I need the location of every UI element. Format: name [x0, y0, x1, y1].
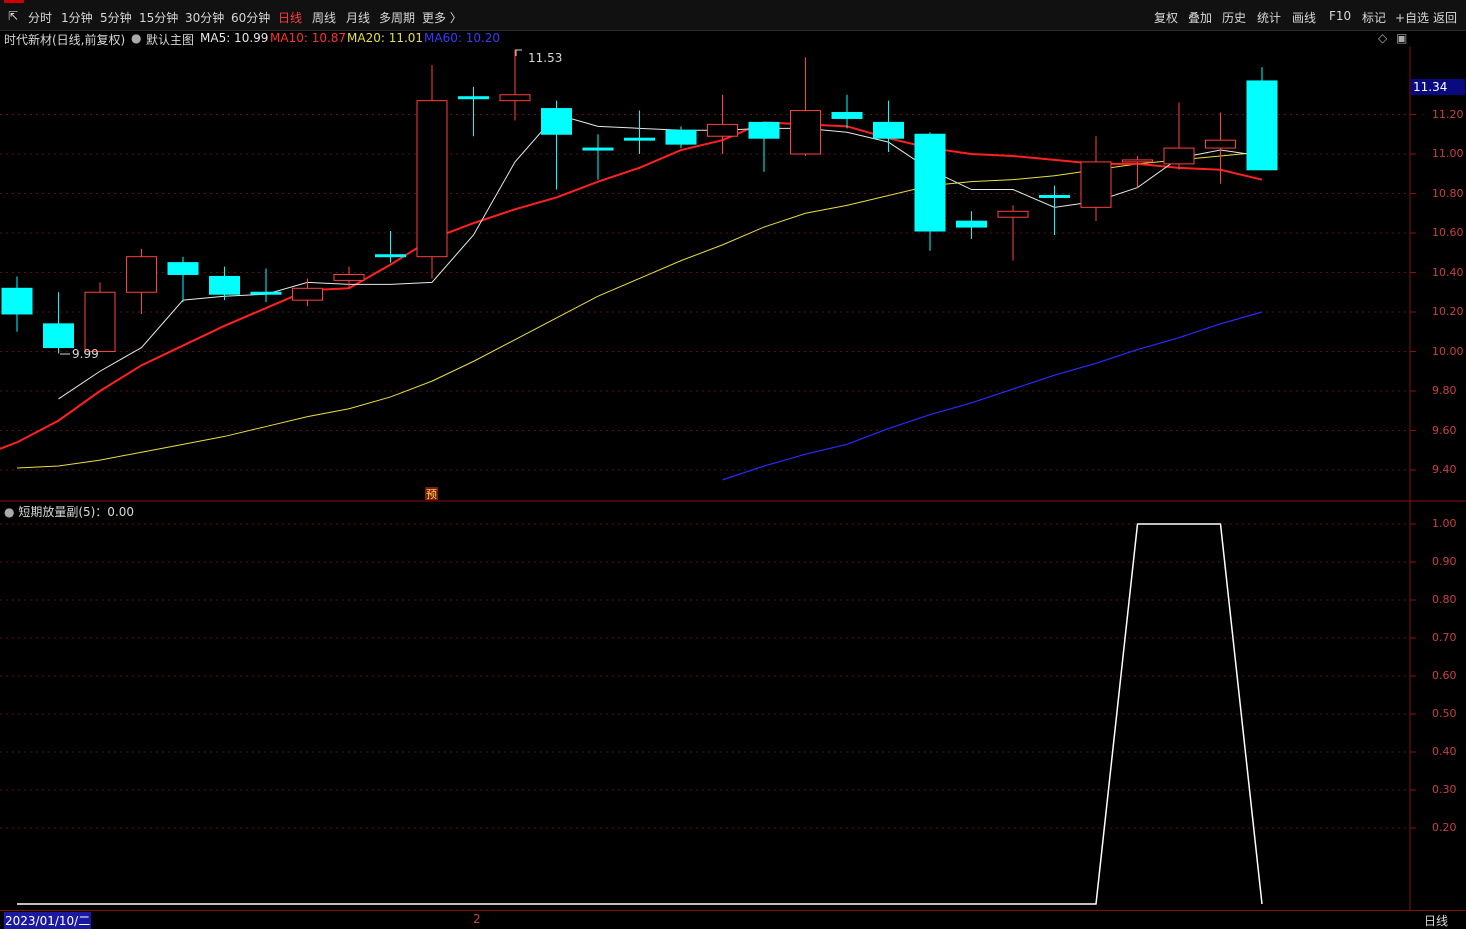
candle-body	[1122, 159, 1153, 163]
candle-body	[209, 275, 240, 295]
price-tick-label: 11.00	[1432, 147, 1464, 160]
sub-indicator-title: ● 短期放量副(5)：0.00	[4, 503, 134, 520]
candle-body	[416, 100, 448, 258]
candle-body	[873, 121, 904, 139]
price-tick-label: 10.40	[1432, 265, 1464, 279]
price-tick-label: 9.40	[1432, 463, 1457, 476]
price-tick-label: 10.60	[1432, 226, 1464, 239]
candle-body	[790, 110, 821, 155]
yu-marker: 预	[426, 488, 437, 501]
sub-tick-label: 0.50	[1432, 707, 1457, 720]
candle-body	[43, 323, 74, 349]
candle-body	[1080, 161, 1112, 208]
low-annotation: 9.99	[72, 347, 99, 361]
price-tick-label: 11.20	[1432, 107, 1464, 121]
dropdown-icon[interactable]: ●	[4, 505, 14, 519]
period-indicator: 日线	[1424, 914, 1449, 928]
candle-body	[126, 256, 157, 293]
sub-tick-label: 0.80	[1432, 593, 1457, 606]
ma60-line	[722, 311, 1263, 481]
sub-tick-label: 1.00	[1432, 517, 1457, 530]
candle-body	[1, 287, 33, 315]
kline-chart[interactable]: 11.53 9.99 预	[0, 0, 1466, 928]
high-annotation: 11.53	[528, 51, 562, 65]
price-tick-label: 9.60	[1432, 423, 1457, 437]
candle-body	[1039, 194, 1070, 198]
sub-tick-label: 0.60	[1432, 669, 1457, 682]
candle-body	[831, 112, 863, 119]
candle-body	[1205, 139, 1236, 149]
price-tick-label: 9.80	[1432, 384, 1457, 397]
sub-tick-label: 0.70	[1432, 631, 1457, 644]
ma20-line	[16, 151, 1263, 469]
cursor-date: 2023/01/10/二	[4, 912, 92, 929]
high-arrow	[515, 49, 522, 56]
ma5-line	[58, 113, 1263, 400]
price-tick-label: 10.80	[1432, 186, 1464, 200]
candle-body	[499, 94, 531, 102]
candle-body	[84, 291, 116, 352]
candle-body	[707, 123, 738, 137]
candle-body	[375, 254, 406, 258]
candle-body	[292, 287, 323, 301]
sub-tick-label: 0.90	[1432, 555, 1457, 568]
candle-body	[1163, 147, 1195, 165]
current-price-box: 11.34	[1411, 78, 1465, 95]
candle-body	[665, 129, 697, 145]
candle-body	[956, 220, 987, 228]
candle-body	[333, 273, 365, 281]
candle-body	[167, 262, 199, 275]
sub-indicator-label: 短期放量副(5)：0.00	[18, 505, 135, 519]
sub-tick-label: 0.30	[1432, 783, 1457, 796]
candle-body	[541, 108, 572, 135]
candle-body	[997, 210, 1029, 218]
candle-body	[1246, 80, 1278, 171]
candle-body	[748, 121, 780, 139]
sub-tick-label: 0.40	[1432, 745, 1457, 758]
candle-body	[624, 137, 655, 141]
candle-body	[250, 291, 282, 295]
candle-body	[458, 96, 489, 100]
sub-tick-label: 0.20	[1432, 821, 1457, 834]
bottom-bar: 2023/01/10/二 2 日线	[0, 910, 1466, 929]
candle-body	[914, 133, 946, 232]
price-tick-label: 10.20	[1432, 305, 1464, 318]
month-marker: 2	[473, 912, 481, 926]
price-tick-label: 10.00	[1432, 344, 1464, 358]
candle-body	[582, 147, 614, 151]
